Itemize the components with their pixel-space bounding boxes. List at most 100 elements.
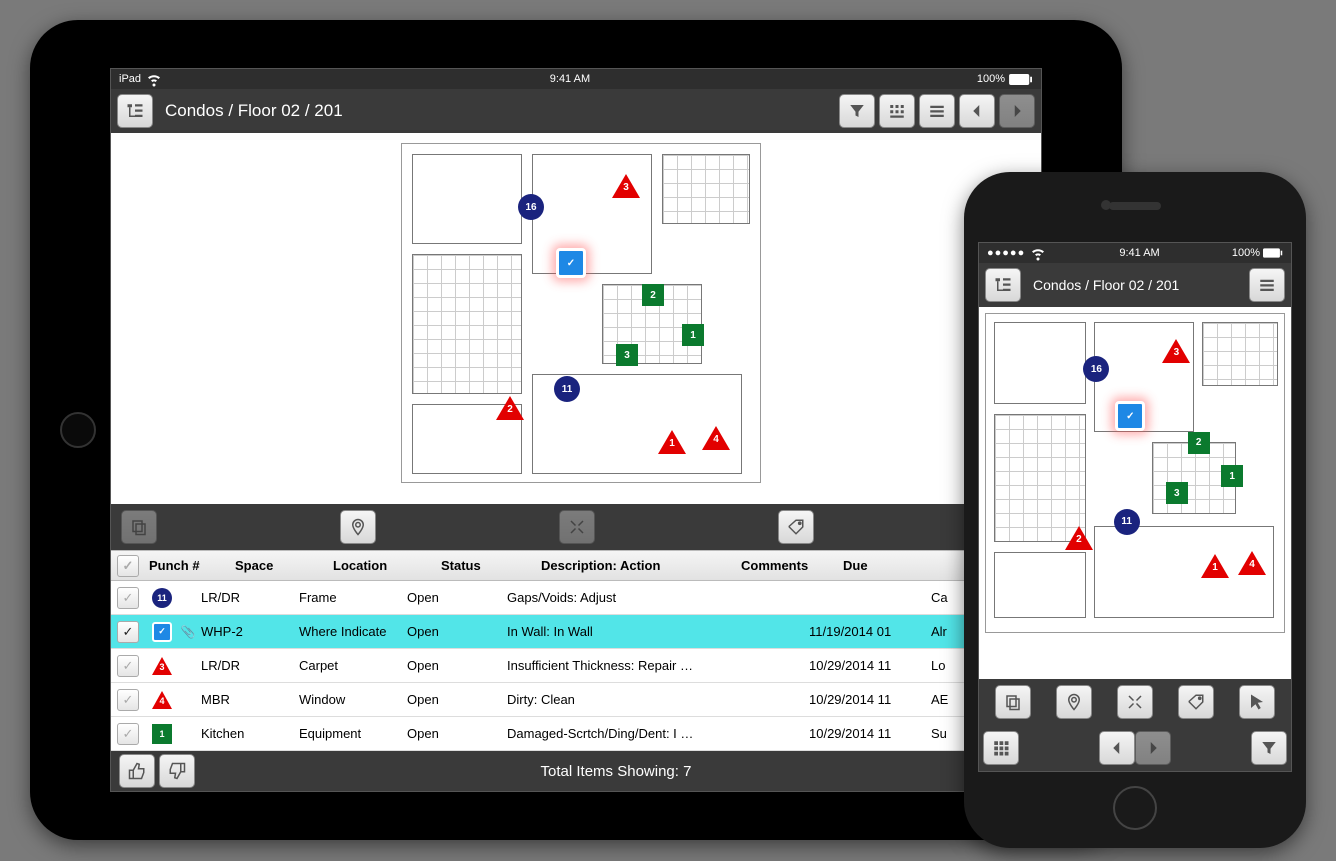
- row-checkbox[interactable]: ✓: [117, 689, 139, 711]
- tag-button[interactable]: [778, 510, 814, 544]
- plan-marker-triangle[interactable]: 4: [702, 426, 730, 450]
- plan-marker-circle[interactable]: 11: [554, 376, 580, 402]
- filter-button[interactable]: [839, 94, 875, 128]
- tree-button[interactable]: [117, 94, 153, 128]
- plan-marker-triangle[interactable]: 3: [612, 174, 640, 198]
- status-bar: iPad 9:41 AM 100%: [111, 69, 1041, 89]
- expand-button[interactable]: [559, 510, 595, 544]
- phone-copy-button[interactable]: [995, 685, 1031, 719]
- phone-next-button[interactable]: [1135, 731, 1171, 765]
- col-due[interactable]: Due: [839, 558, 961, 573]
- col-space[interactable]: Space: [231, 558, 329, 573]
- phone-grid-button[interactable]: [983, 731, 1019, 765]
- cell-status: Open: [403, 692, 503, 707]
- plan-marker-square[interactable]: 1: [1221, 465, 1243, 487]
- table-row[interactable]: ✓4MBRWindowOpenDirty: Clean10/29/2014 11…: [111, 683, 1041, 717]
- phone-expand-button[interactable]: [1117, 685, 1153, 719]
- table-row[interactable]: ✓3LR/DRCarpetOpenInsufficient Thickness:…: [111, 649, 1041, 683]
- chevron-left-icon: [1108, 739, 1126, 757]
- cell-status: Open: [403, 590, 503, 605]
- top-toolbar: Condos / Floor 02 / 201: [111, 89, 1041, 133]
- tree-icon: [994, 276, 1012, 294]
- cell-sub: Lo: [927, 658, 965, 673]
- plan-marker-square[interactable]: 2: [1188, 432, 1210, 454]
- table-row[interactable]: ✓11LR/DRFrameOpenGaps/Voids: AdjustCa: [111, 581, 1041, 615]
- cell-due: 10/29/2014 11: [805, 726, 927, 741]
- phone-prev-button[interactable]: [1099, 731, 1135, 765]
- prev-button[interactable]: [959, 94, 995, 128]
- plan-marker-triangle[interactable]: 4: [1238, 551, 1266, 575]
- funnel-icon: [1260, 739, 1278, 757]
- cell-location: Equipment: [295, 726, 403, 741]
- phone-toolbar: Condos / Floor 02 / 201: [979, 263, 1291, 307]
- keypad-button[interactable]: [879, 94, 915, 128]
- cell-due: 10/29/2014 11: [805, 658, 927, 673]
- plan-marker-square[interactable]: 3: [1166, 482, 1188, 504]
- row-checkbox[interactable]: ✓: [117, 621, 139, 643]
- copy-button[interactable]: [121, 510, 157, 544]
- table-row[interactable]: ✓1KitchenEquipmentOpenDamaged-Scrtch/Din…: [111, 717, 1041, 751]
- phone-list-button[interactable]: [1249, 268, 1285, 302]
- plan-marker-triangle[interactable]: 2: [496, 396, 524, 420]
- cell-description: Damaged-Scrtch/Ding/Dent: I scratched co…: [503, 726, 703, 741]
- plan-marker-clipboard[interactable]: ✓: [1115, 401, 1145, 431]
- plan-marker-square[interactable]: 1: [682, 324, 704, 346]
- row-clip-icon: ✓: [152, 622, 172, 642]
- phone-action-bar: [979, 679, 1291, 725]
- tag-icon: [787, 518, 805, 536]
- pin-icon: [349, 518, 367, 536]
- table-row[interactable]: ✓✓📎WHP-2Where IndicateOpenIn Wall: In Wa…: [111, 615, 1041, 649]
- phone-tag-button[interactable]: [1178, 685, 1214, 719]
- phone-breadcrumb[interactable]: Condos / Floor 02 / 201: [1025, 277, 1245, 293]
- plan-marker-square[interactable]: 3: [616, 344, 638, 366]
- iphone-home-button[interactable]: [1113, 786, 1157, 830]
- phone-floorplan: 163✓21311214: [985, 313, 1285, 633]
- col-status[interactable]: Status: [437, 558, 537, 573]
- plan-marker-triangle[interactable]: 2: [1065, 526, 1093, 550]
- phone-cursor-button[interactable]: [1239, 685, 1275, 719]
- status-battery: 100%: [977, 73, 1005, 85]
- plan-marker-circle[interactable]: 11: [1114, 509, 1140, 535]
- cell-status: Open: [403, 624, 503, 639]
- tree-icon: [126, 102, 144, 120]
- row-checkbox[interactable]: ✓: [117, 723, 139, 745]
- pin-button[interactable]: [340, 510, 376, 544]
- tag-icon: [1187, 693, 1205, 711]
- plan-marker-clipboard[interactable]: ✓: [556, 248, 586, 278]
- cell-description: Gaps/Voids: Adjust: [503, 590, 703, 605]
- footer-status: Total Items Showing: 7: [199, 763, 1033, 780]
- next-button[interactable]: [999, 94, 1035, 128]
- col-punch[interactable]: Punch #: [145, 558, 231, 573]
- plan-marker-triangle[interactable]: 3: [1162, 339, 1190, 363]
- cell-status: Open: [403, 726, 503, 741]
- select-all-checkbox[interactable]: ✓: [117, 555, 139, 577]
- list-icon: [1258, 276, 1276, 294]
- list-button[interactable]: [919, 94, 955, 128]
- phone-floorplan-area[interactable]: 163✓21311214: [979, 307, 1291, 679]
- plan-marker-triangle[interactable]: 1: [658, 430, 686, 454]
- row-checkbox[interactable]: ✓: [117, 655, 139, 677]
- col-comments[interactable]: Comments: [737, 558, 839, 573]
- phone-tree-button[interactable]: [985, 268, 1021, 302]
- col-location[interactable]: Location: [329, 558, 437, 573]
- floorplan-area[interactable]: 163✓21311214: [111, 133, 1041, 504]
- plan-marker-circle[interactable]: 16: [518, 194, 544, 220]
- cell-sub: AE: [927, 692, 965, 707]
- phone-pin-button[interactable]: [1056, 685, 1092, 719]
- cell-description: Insufficient Thickness: Repair stretch: [503, 658, 703, 673]
- ipad-home-button[interactable]: [60, 412, 96, 448]
- pin-icon: [1065, 693, 1083, 711]
- phone-battery: 100%: [1232, 247, 1260, 259]
- breadcrumb[interactable]: Condos / Floor 02 / 201: [157, 101, 835, 121]
- cell-space: MBR: [197, 692, 295, 707]
- phone-filter-button[interactable]: [1251, 731, 1287, 765]
- thumbs-down-button[interactable]: [159, 754, 195, 788]
- col-description[interactable]: Description: Action: [537, 558, 737, 573]
- cell-space: Kitchen: [197, 726, 295, 741]
- chevron-right-icon: [1144, 739, 1162, 757]
- thumbs-up-button[interactable]: [119, 754, 155, 788]
- cell-space: WHP-2: [197, 624, 295, 639]
- plan-marker-square[interactable]: 2: [642, 284, 664, 306]
- plan-marker-triangle[interactable]: 1: [1201, 554, 1229, 578]
- row-checkbox[interactable]: ✓: [117, 587, 139, 609]
